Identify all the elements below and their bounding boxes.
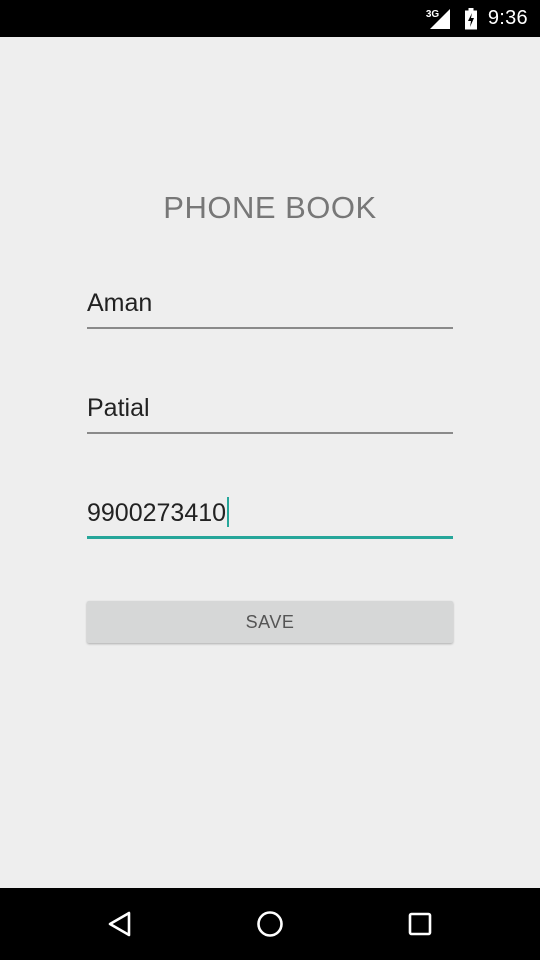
home-icon: [257, 911, 283, 937]
signal-indicator: 3G: [425, 7, 454, 31]
phone-value: 9900273410: [87, 499, 227, 527]
clock: 9:36: [487, 7, 528, 29]
recents-button[interactable]: [402, 906, 438, 942]
navigation-bar: [0, 888, 540, 960]
page-title: PHONE BOOK: [163, 190, 377, 225]
status-bar: 3G 9:36: [0, 0, 540, 37]
last-name-underline: [87, 432, 453, 434]
back-button[interactable]: [102, 906, 138, 942]
first-name-underline: [87, 327, 453, 329]
first-name-field[interactable]: Aman: [87, 287, 453, 329]
recents-icon: [408, 912, 432, 936]
status-icons: 3G 9:36: [425, 0, 528, 37]
text-cursor: [227, 497, 230, 528]
last-name-value: Patial: [87, 394, 150, 422]
last-name-field[interactable]: Patial: [87, 392, 453, 434]
battery-charging-icon: [464, 7, 477, 29]
first-name-value: Aman: [87, 289, 153, 317]
home-button[interactable]: [252, 906, 288, 942]
phone-underline: [87, 536, 453, 539]
save-button[interactable]: SAVE: [87, 601, 453, 643]
phone-value-wrap: 9900273410: [87, 497, 230, 529]
phone-field[interactable]: 9900273410: [87, 497, 453, 539]
back-icon: [108, 911, 131, 937]
network-type-label: 3G: [425, 8, 440, 20]
